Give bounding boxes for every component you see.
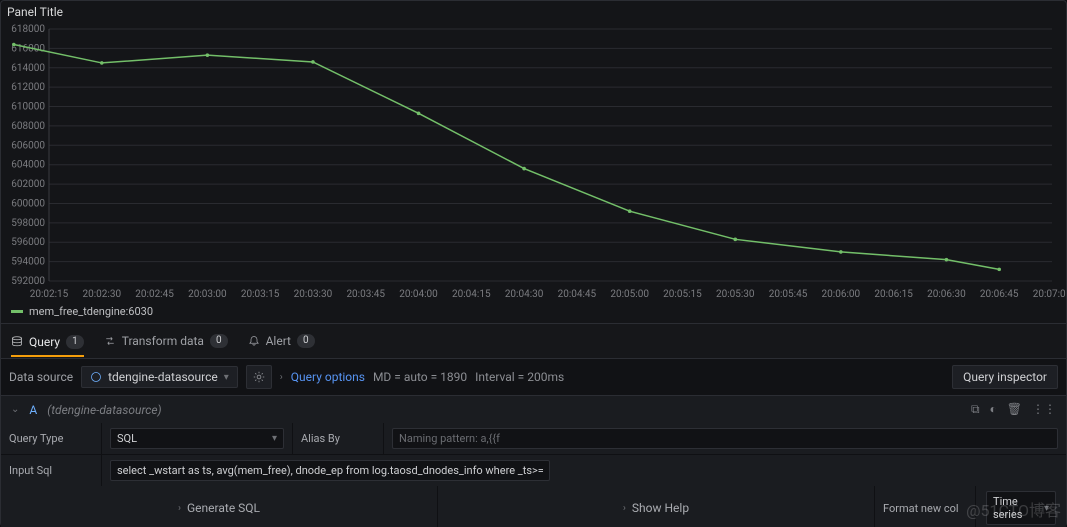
- svg-text:596000: 596000: [11, 237, 45, 248]
- datasource-value: tdengine-datasource: [108, 370, 218, 384]
- chart-area: 592000 594000 596000 598000 600000 602000 6040…: [1, 23, 1066, 323]
- svg-text:20:05:45: 20:05:45: [769, 289, 808, 300]
- svg-text:20:02:45: 20:02:45: [135, 289, 174, 300]
- svg-text:20:03:30: 20:03:30: [294, 289, 333, 300]
- tab-alert-label: Alert: [266, 334, 291, 348]
- tab-query[interactable]: Query 1: [11, 331, 84, 357]
- chart-legend: mem_free_tdengine:6030: [1, 303, 1066, 320]
- tab-transform[interactable]: Transform data 0: [104, 330, 228, 352]
- svg-text:20:03:15: 20:03:15: [241, 289, 280, 300]
- svg-text:20:03:45: 20:03:45: [346, 289, 385, 300]
- tab-bar: Query 1 Transform data 0 Alert 0: [1, 323, 1066, 359]
- query-type-select[interactable]: SQL▾: [110, 428, 284, 449]
- svg-text:20:05:00: 20:05:00: [610, 289, 649, 300]
- query-form: Query Type SQL▾ Alias By Input Sql: [1, 423, 1066, 486]
- chevron-right-icon: ›: [623, 503, 626, 514]
- svg-text:20:06:45: 20:06:45: [980, 289, 1019, 300]
- generate-sql-button[interactable]: › Generate SQL: [1, 486, 437, 527]
- svg-text:606000: 606000: [11, 140, 45, 151]
- query-row-header[interactable]: ⌄ A (tdengine-datasource) ⧉ ◐ 🗑 ⋮⋮: [1, 395, 1066, 423]
- query-md-info: MD = auto = 1890: [373, 370, 467, 384]
- svg-text:20:05:30: 20:05:30: [716, 289, 755, 300]
- gear-icon: [253, 371, 265, 383]
- svg-text:594000: 594000: [11, 257, 45, 268]
- svg-text:20:07:00: 20:07:00: [1033, 289, 1066, 300]
- alias-by-label: Alias By: [293, 423, 383, 454]
- show-help-button[interactable]: › Show Help: [438, 486, 874, 527]
- query-name: A: [29, 403, 37, 417]
- input-sql-label: Input Sql: [1, 455, 101, 486]
- svg-text:20:06:15: 20:06:15: [874, 289, 913, 300]
- svg-text:614000: 614000: [11, 63, 45, 74]
- query-datasource-hint: (tdengine-datasource): [47, 403, 161, 417]
- tab-alert[interactable]: Alert 0: [248, 330, 315, 352]
- svg-text:608000: 608000: [11, 121, 45, 132]
- svg-text:20:06:00: 20:06:00: [822, 289, 861, 300]
- alias-by-input[interactable]: [392, 428, 1058, 449]
- tab-query-badge: 1: [66, 335, 84, 349]
- svg-text:20:03:00: 20:03:00: [188, 289, 227, 300]
- svg-text:618000: 618000: [11, 24, 45, 35]
- svg-text:20:06:30: 20:06:30: [927, 289, 966, 300]
- bell-icon: [248, 335, 260, 347]
- tab-alert-badge: 0: [297, 334, 315, 348]
- svg-text:20:02:30: 20:02:30: [83, 289, 122, 300]
- svg-text:20:02:15: 20:02:15: [30, 289, 69, 300]
- legend-swatch: [11, 310, 23, 313]
- datasource-settings-button[interactable]: [246, 365, 272, 389]
- chevron-right-icon: ›: [280, 372, 283, 383]
- format-select[interactable]: Time series▾: [986, 491, 1056, 525]
- plugin-icon: [90, 371, 102, 383]
- tab-transform-label: Transform data: [122, 334, 204, 348]
- chevron-down-icon: ▾: [224, 372, 229, 383]
- svg-text:20:05:15: 20:05:15: [663, 289, 702, 300]
- svg-text:610000: 610000: [11, 102, 45, 113]
- input-sql-input[interactable]: [110, 460, 550, 481]
- svg-text:20:04:45: 20:04:45: [558, 289, 597, 300]
- query-interval-info: Interval = 200ms: [475, 370, 564, 384]
- chevron-right-icon: ›: [178, 503, 181, 514]
- panel-title: Panel Title: [1, 1, 1066, 23]
- database-icon: [11, 336, 23, 348]
- toggle-query-icon[interactable]: ◐: [990, 402, 997, 417]
- delete-query-icon[interactable]: 🗑: [1007, 402, 1022, 417]
- svg-text:20:04:00: 20:04:00: [399, 289, 438, 300]
- transform-icon: [104, 335, 116, 347]
- query-inspector-button[interactable]: Query inspector: [952, 365, 1058, 389]
- svg-text:604000: 604000: [11, 160, 45, 171]
- tab-query-label: Query: [29, 335, 60, 349]
- svg-text:598000: 598000: [11, 218, 45, 229]
- datasource-select[interactable]: tdengine-datasource ▾: [81, 366, 238, 388]
- svg-text:20:04:15: 20:04:15: [452, 289, 491, 300]
- svg-text:592000: 592000: [11, 276, 45, 287]
- tab-transform-badge: 0: [210, 334, 228, 348]
- datasource-label: Data source: [9, 370, 73, 384]
- chevron-down-icon: ⌄: [11, 404, 19, 415]
- duplicate-query-icon[interactable]: ⧉: [971, 402, 980, 417]
- query-aux-row: › Generate SQL › Show Help Format new co…: [1, 486, 1066, 527]
- format-label: Format new col: [875, 486, 975, 527]
- svg-text:612000: 612000: [11, 82, 45, 93]
- query-type-label: Query Type: [1, 423, 101, 454]
- legend-label: mem_free_tdengine:6030: [29, 305, 153, 318]
- line-chart: 592000 594000 596000 598000 600000 602000 6040…: [1, 23, 1066, 303]
- svg-text:600000: 600000: [11, 198, 45, 209]
- query-options-link[interactable]: Query options: [291, 370, 365, 384]
- drag-handle-icon[interactable]: ⋮⋮: [1032, 402, 1056, 417]
- svg-text:20:04:30: 20:04:30: [505, 289, 544, 300]
- datasource-row: Data source tdengine-datasource ▾ › Quer…: [1, 359, 1066, 395]
- svg-text:602000: 602000: [11, 179, 45, 190]
